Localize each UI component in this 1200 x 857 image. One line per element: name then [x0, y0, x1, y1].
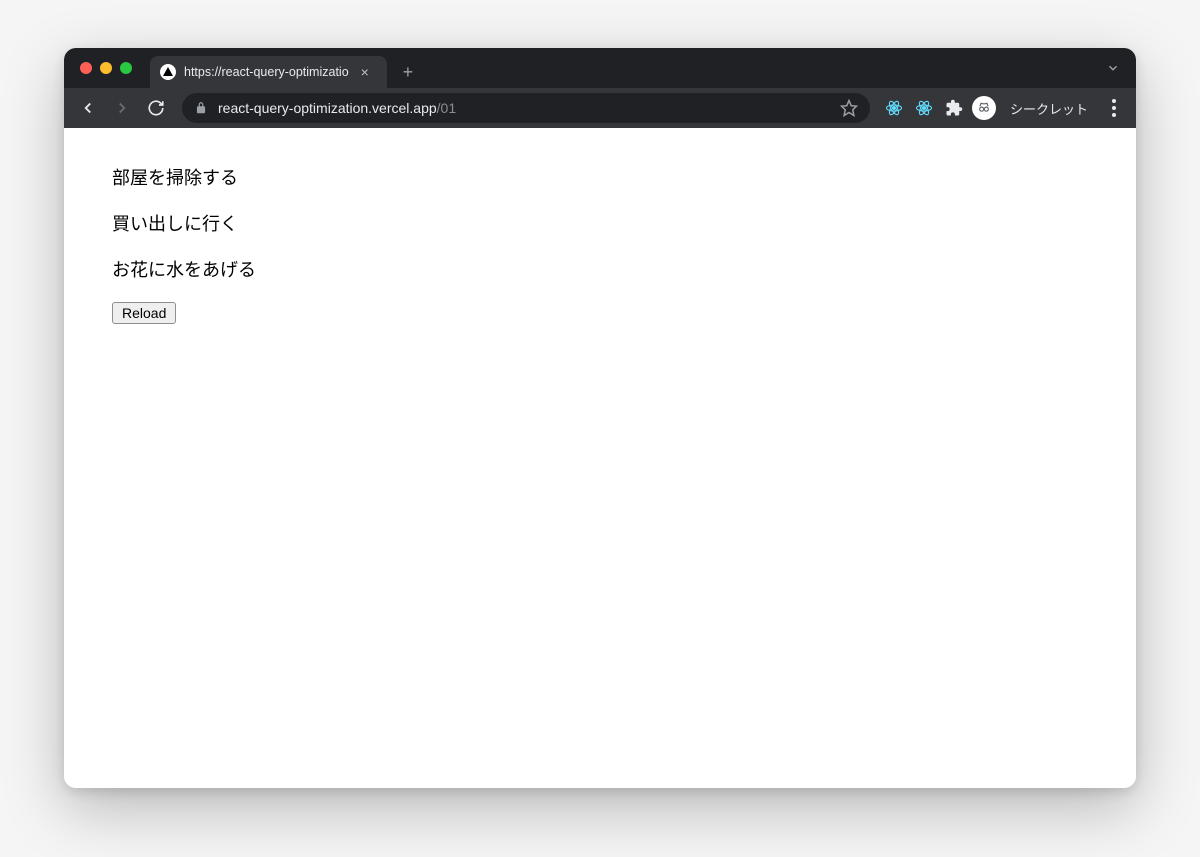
tab-strip: https://react-query-optimizatio × +: [64, 48, 1136, 88]
page-content: 部屋を掃除する 買い出しに行く お花に水をあげる Reload: [64, 128, 1136, 788]
window-controls: [74, 62, 132, 74]
new-tab-button[interactable]: +: [387, 56, 430, 88]
extension-react-icon[interactable]: [912, 96, 936, 120]
tab-title: https://react-query-optimizatio: [184, 65, 349, 79]
back-button[interactable]: [74, 94, 102, 122]
reload-button[interactable]: Reload: [112, 302, 176, 324]
forward-button[interactable]: [108, 94, 136, 122]
address-bar[interactable]: react-query-optimization.vercel.app/01: [182, 93, 870, 123]
window-close-button[interactable]: [80, 62, 92, 74]
tab-dropdown-icon[interactable]: [1106, 61, 1126, 75]
list-item: 買い出しに行く: [112, 210, 1088, 236]
incognito-label: シークレット: [1002, 99, 1096, 118]
browser-menu-button[interactable]: [1102, 96, 1126, 120]
bookmark-star-icon[interactable]: [840, 99, 858, 117]
window-maximize-button[interactable]: [120, 62, 132, 74]
browser-toolbar: react-query-optimization.vercel.app/01 シ…: [64, 88, 1136, 128]
extension-1-icon[interactable]: [882, 96, 906, 120]
incognito-profile-icon[interactable]: [972, 96, 996, 120]
lock-icon: [194, 101, 208, 115]
url-path: /01: [437, 100, 456, 116]
extensions-puzzle-icon[interactable]: [942, 96, 966, 120]
url-text: react-query-optimization.vercel.app/01: [218, 100, 830, 116]
vercel-favicon-icon: [160, 64, 176, 80]
window-minimize-button[interactable]: [100, 62, 112, 74]
list-item: 部屋を掃除する: [112, 164, 1088, 190]
browser-tab[interactable]: https://react-query-optimizatio ×: [150, 56, 387, 88]
close-tab-button[interactable]: ×: [357, 64, 373, 80]
browser-window: https://react-query-optimizatio × + reac…: [64, 48, 1136, 788]
reload-page-button[interactable]: [142, 94, 170, 122]
list-item: お花に水をあげる: [112, 256, 1088, 282]
url-host: react-query-optimization.vercel.app: [218, 100, 437, 116]
